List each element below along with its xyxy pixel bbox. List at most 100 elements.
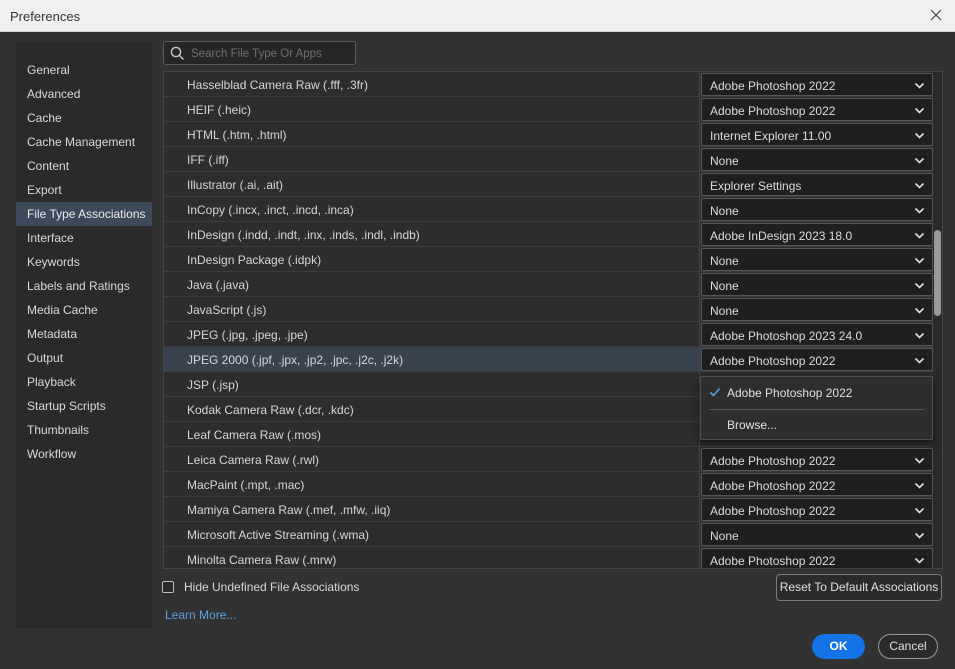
app-select[interactable]: Adobe Photoshop 2023 24.0 (701, 323, 933, 346)
app-select[interactable]: None (701, 198, 933, 221)
sidebar-item-keywords[interactable]: Keywords (16, 250, 152, 274)
dropdown-item-browse[interactable]: Browse... (701, 412, 932, 438)
app-select[interactable]: Adobe Photoshop 2022 (701, 73, 933, 96)
file-type-name: JSP (.jsp) (187, 378, 239, 392)
reset-associations-button[interactable]: Reset To Default Associations (776, 574, 942, 601)
ok-button[interactable]: OK (812, 634, 865, 659)
dropdown-item-photoshop[interactable]: Adobe Photoshop 2022 (701, 380, 932, 406)
chevron-down-icon (914, 155, 925, 169)
table-row[interactable]: Minolta Camera Raw (.mrw) Adobe Photoshop… (164, 547, 934, 568)
app-select[interactable]: None (701, 273, 933, 296)
file-type-name: MacPaint (.mpt, .mac) (187, 478, 305, 492)
sidebar-item-interface[interactable]: Interface (16, 226, 152, 250)
file-type-name: Java (.java) (187, 278, 250, 292)
table-row[interactable]: JavaScript (.js) None (164, 297, 934, 322)
sidebar-item-content[interactable]: Content (16, 154, 152, 178)
sidebar-item-output[interactable]: Output (16, 346, 152, 370)
sidebar-item-metadata[interactable]: Metadata (16, 322, 152, 346)
table-row[interactable]: InDesign (.indd, .indt, .inx, .inds, .in… (164, 222, 934, 247)
app-select[interactable]: None (701, 248, 933, 271)
chevron-down-icon (914, 480, 925, 494)
app-select-value: Adobe Photoshop 2022 (710, 479, 836, 493)
chevron-down-icon (914, 305, 925, 319)
table-row[interactable]: IFF (.iff) None (164, 147, 934, 172)
app-select-value: None (710, 154, 739, 168)
column-divider (699, 547, 700, 568)
app-select[interactable]: Adobe Photoshop 2022 (701, 448, 933, 471)
sidebar-list: General Advanced Cache Cache Management Cont… (16, 42, 152, 466)
table-row[interactable]: Illustrator (.ai, .ait) Explorer Settings (164, 172, 934, 197)
chevron-down-icon (914, 555, 925, 568)
sidebar-item-media-cache[interactable]: Media Cache (16, 298, 152, 322)
file-type-name: Microsoft Active Streaming (.wma) (187, 528, 370, 542)
app-select[interactable]: Adobe Photoshop 2022 (701, 498, 933, 521)
table-row[interactable]: MacPaint (.mpt, .mac) Adobe Photoshop 202… (164, 472, 934, 497)
file-type-name: Leaf Camera Raw (.mos) (187, 428, 322, 442)
file-type-name: HEIF (.heic) (187, 103, 252, 117)
search-box[interactable] (163, 41, 356, 65)
scrollbar-thumb[interactable] (934, 230, 941, 316)
app-select[interactable]: Internet Explorer 11.00 (701, 123, 933, 146)
sidebar-item-workflow[interactable]: Workflow (16, 442, 152, 466)
app-select[interactable]: Adobe Photoshop 2022 (701, 548, 933, 568)
app-select-value: None (710, 254, 739, 268)
sidebar-item-file-type-associations[interactable]: File Type Associations (16, 202, 152, 226)
sidebar-item-thumbnails[interactable]: Thumbnails (16, 418, 152, 442)
sidebar-item-labels-and-ratings[interactable]: Labels and Ratings (16, 274, 152, 298)
file-type-name: JavaScript (.js) (187, 303, 267, 317)
app-select[interactable]: None (701, 523, 933, 546)
checkmark-icon (709, 386, 721, 401)
sidebar-item-playback[interactable]: Playback (16, 370, 152, 394)
file-type-name: Illustrator (.ai, .ait) (187, 178, 284, 192)
chevron-down-icon (914, 530, 925, 544)
app-select-value: Adobe Photoshop 2022 (710, 554, 836, 568)
table-row[interactable]: HTML (.htm, .html) Internet Explorer 11.0… (164, 122, 934, 147)
file-type-name: JPEG (.jpg, .jpeg, .jpe) (187, 328, 308, 342)
sidebar-item-advanced[interactable]: Advanced (16, 82, 152, 106)
table-row[interactable]: JPEG (.jpg, .jpeg, .jpe) Adobe Photoshop … (164, 322, 934, 347)
app-select-value: Adobe Photoshop 2022 (710, 104, 836, 118)
app-select[interactable]: Adobe Photoshop 2022 (701, 98, 933, 121)
chevron-down-icon (914, 505, 925, 519)
column-divider (699, 197, 700, 222)
chevron-down-icon (914, 280, 925, 294)
cancel-button[interactable]: Cancel (878, 634, 938, 659)
dropdown-item-label: Browse... (727, 418, 778, 432)
learn-more-link[interactable]: Learn More... (165, 608, 236, 622)
app-select-value: Adobe Photoshop 2022 (710, 454, 836, 468)
sidebar-item-cache-management[interactable]: Cache Management (16, 130, 152, 154)
sidebar-item-cache[interactable]: Cache (16, 106, 152, 130)
table-row[interactable]: HEIF (.heic) Adobe Photoshop 2022 (164, 97, 934, 122)
table-row[interactable]: Hasselblad Camera Raw (.fff, .3fr) Adobe … (164, 72, 934, 97)
table-row[interactable]: Java (.java) None (164, 272, 934, 297)
app-select[interactable]: Adobe Photoshop 2022 (701, 473, 933, 496)
search-input[interactable] (191, 45, 351, 62)
app-select[interactable]: None (701, 298, 933, 321)
chevron-down-icon (914, 180, 925, 194)
table-row[interactable]: Microsoft Active Streaming (.wma) None (164, 522, 934, 547)
column-divider (699, 347, 700, 372)
table-row[interactable]: InCopy (.incx, .inct, .incd, .inca) None (164, 197, 934, 222)
checkbox-box[interactable] (162, 581, 174, 593)
sidebar-item-general[interactable]: General (16, 58, 152, 82)
column-divider (699, 522, 700, 547)
column-divider (699, 447, 700, 472)
table-scrollbar[interactable] (933, 72, 942, 568)
sidebar-item-startup-scripts[interactable]: Startup Scripts (16, 394, 152, 418)
table-row[interactable]: JPEG 2000 (.jpf, .jpx, .jp2, .jpc, .j2c,… (164, 347, 934, 372)
app-select[interactable]: Adobe Photoshop 2022 (701, 348, 933, 371)
table-row[interactable]: Leica Camera Raw (.rwl) Adobe Photoshop 2… (164, 447, 934, 472)
app-select-value: Adobe Photoshop 2023 24.0 (710, 329, 863, 343)
sidebar-item-export[interactable]: Export (16, 178, 152, 202)
table-row[interactable]: InDesign Package (.idpk) None (164, 247, 934, 272)
close-icon[interactable] (926, 5, 946, 25)
file-type-name: Kodak Camera Raw (.dcr, .kdc) (187, 403, 354, 417)
app-select[interactable]: Explorer Settings (701, 173, 933, 196)
file-type-name: InDesign (.indd, .indt, .inx, .inds, .in… (187, 228, 420, 242)
file-type-name: Mamiya Camera Raw (.mef, .mfw, .iiq) (187, 503, 391, 517)
app-select[interactable]: None (701, 148, 933, 171)
app-select[interactable]: Adobe InDesign 2023 18.0 (701, 223, 933, 246)
file-type-table: Hasselblad Camera Raw (.fff, .3fr) Adobe … (163, 71, 943, 569)
chevron-down-icon (914, 330, 925, 344)
table-row[interactable]: Mamiya Camera Raw (.mef, .mfw, .iiq) Adob… (164, 497, 934, 522)
